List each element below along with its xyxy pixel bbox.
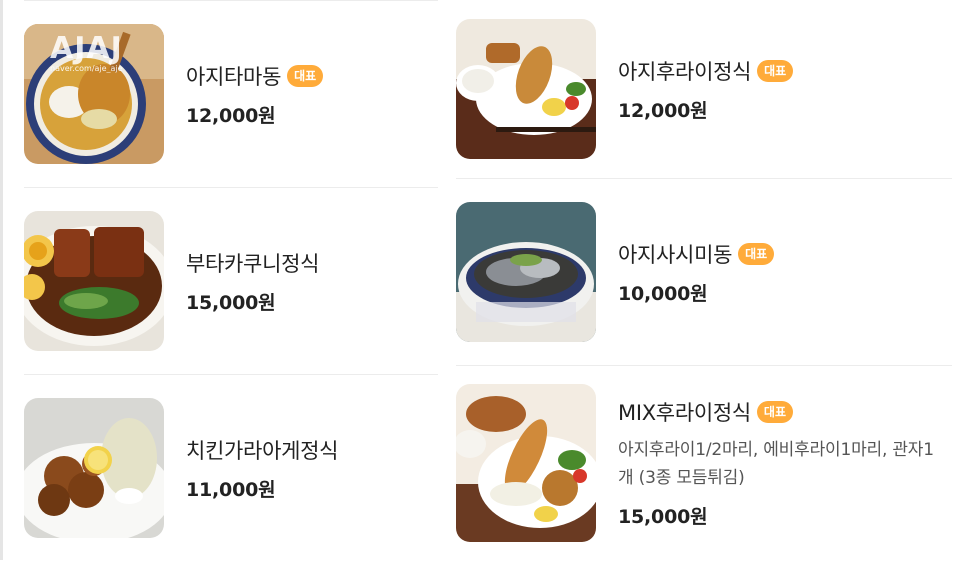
menu-photo-chicken-karaage-set[interactable] [24, 398, 164, 538]
menu-info: 아지사시미동 대표 10,000원 [618, 239, 775, 306]
menu-column-left: AJAJ naver.com/aje_aje 아지타마동 대표 12,000원 [24, 0, 438, 561]
menu-item-aji-fry-set[interactable]: 아지후라이정식 대표 12,000원 [456, 0, 952, 178]
menu-price: 15,000원 [186, 291, 276, 314]
menu-photo-ajitama-don[interactable]: AJAJ naver.com/aje_aje [24, 24, 164, 164]
menu-item-chicken-karaage-set[interactable]: 치킨가라아게정식 11,000원 [24, 375, 438, 561]
signature-badge: 대표 [287, 64, 324, 87]
watermark-url: naver.com/aje_aje [50, 64, 123, 73]
menu-name: MIX후라이정식 [618, 401, 751, 425]
menu-info: 치킨가라아게정식 11,000원 [186, 435, 338, 502]
menu-description: 아지후라이1/2마리, 에비후라이1마리, 관자1개 (3종 모듬튀김) [618, 440, 934, 488]
menu-name: 아지타마동 [186, 64, 282, 89]
watermark-logo: AJAJ [50, 31, 123, 66]
signature-badge: 대표 [738, 242, 775, 265]
menu-price: 12,000원 [186, 104, 276, 127]
menu-photo-mix-fry-set[interactable] [456, 384, 596, 542]
menu-info: 아지후라이정식 대표 12,000원 [618, 56, 794, 123]
menu-column-right: 아지후라이정식 대표 12,000원 아지사시미동 대표 10,000원 MIX… [456, 0, 952, 560]
menu-name: 치킨가라아게정식 [186, 438, 339, 463]
menu-info: MIX후라이정식 대표 아지후라이1/2마리, 에비후라이1마리, 관자1개 (… [618, 397, 948, 529]
signature-badge: 대표 [756, 401, 793, 423]
menu-name: 아지사시미동 [618, 242, 733, 267]
menu-price: 12,000원 [618, 99, 708, 122]
menu-price: 10,000원 [618, 282, 708, 305]
menu-photo-aji-fry-set[interactable] [456, 19, 596, 159]
menu-photo-aji-sashimi-don[interactable] [456, 202, 596, 342]
signature-badge: 대표 [757, 59, 794, 82]
menu-name: 아지후라이정식 [618, 59, 752, 84]
menu-name: 부타카쿠니정식 [186, 251, 320, 276]
menu-price: 15,000원 [618, 506, 708, 528]
menu-info: 부타카쿠니정식 15,000원 [186, 248, 319, 315]
menu-price: 11,000원 [186, 478, 276, 501]
menu-photo-butakakuni-set[interactable] [24, 211, 164, 351]
menu-item-butakakuni-set[interactable]: 부타카쿠니정식 15,000원 [24, 188, 438, 374]
menu-item-aji-sashimi-don[interactable]: 아지사시미동 대표 10,000원 [456, 179, 952, 365]
page-left-border [0, 0, 3, 560]
menu-info: 아지타마동 대표 12,000원 [186, 61, 324, 128]
menu-item-ajitama-don[interactable]: AJAJ naver.com/aje_aje 아지타마동 대표 12,000원 [24, 1, 438, 187]
menu-item-mix-fry-set[interactable]: MIX후라이정식 대표 아지후라이1/2마리, 에비후라이1마리, 관자1개 (… [456, 366, 952, 560]
